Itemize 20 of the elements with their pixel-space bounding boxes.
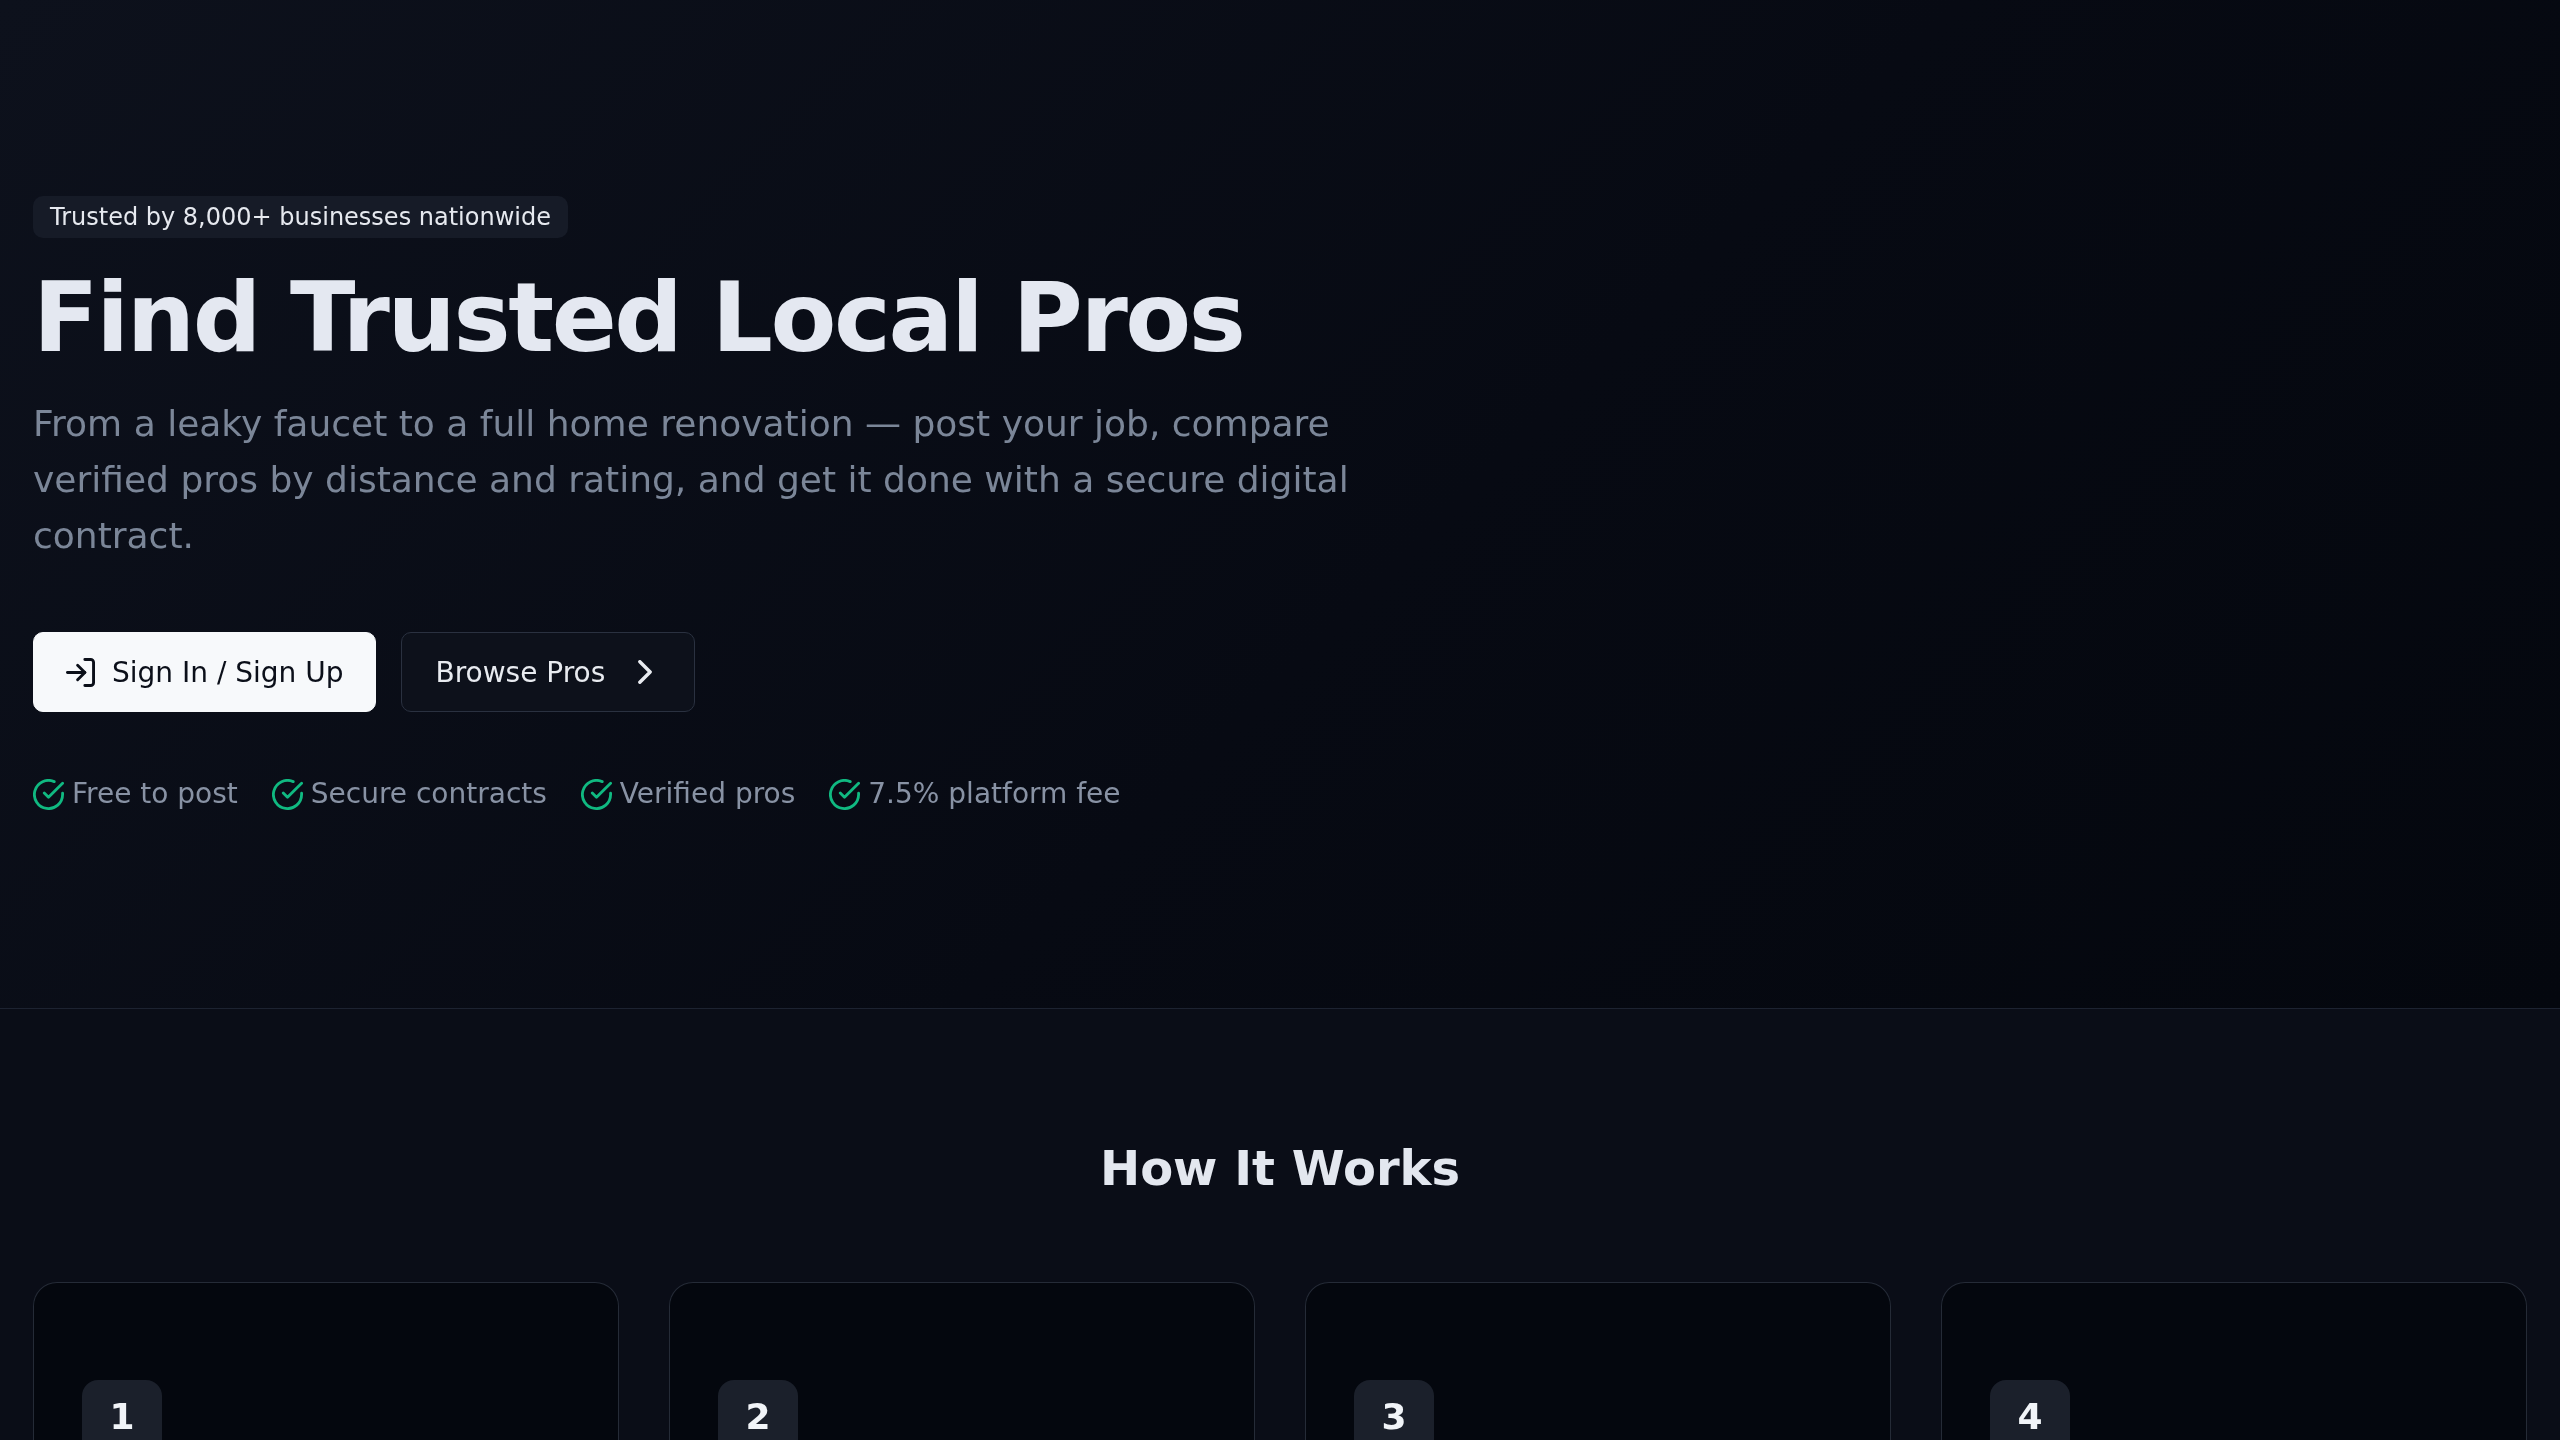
sign-in-button[interactable]: Sign In / Sign Up (33, 632, 377, 712)
check-circle-icon (829, 778, 861, 810)
chevron-right-icon (638, 660, 653, 684)
feature-label: 7.5% platform fee (868, 776, 1121, 812)
check-circle-icon (271, 778, 303, 810)
step-number: 3 (1354, 1380, 1434, 1440)
step-number: 2 (718, 1380, 798, 1440)
hero-title: Find Trusted Local Pros (33, 270, 1244, 366)
feature-label: Verified pros (619, 776, 796, 812)
browse-button[interactable]: Browse Pros (401, 632, 696, 712)
hero-description: From a leaky faucet to a full home renovation — post your job, compare verified pros by distance and rating, and get it done with a secure digital contract. (33, 402, 1350, 558)
trust-badge: Trusted by 8,000+ businesses nationwide (33, 196, 568, 238)
step-number: 1 (82, 1380, 162, 1440)
login-icon (66, 657, 95, 687)
feature-label: Secure contracts (310, 776, 547, 812)
step-number: 4 (1990, 1380, 2070, 1440)
feature-label: Free to post (72, 776, 238, 812)
section-title: How It Works (1098, 1139, 1462, 1197)
check-circle-icon (580, 778, 612, 810)
check-circle-icon (33, 778, 64, 810)
